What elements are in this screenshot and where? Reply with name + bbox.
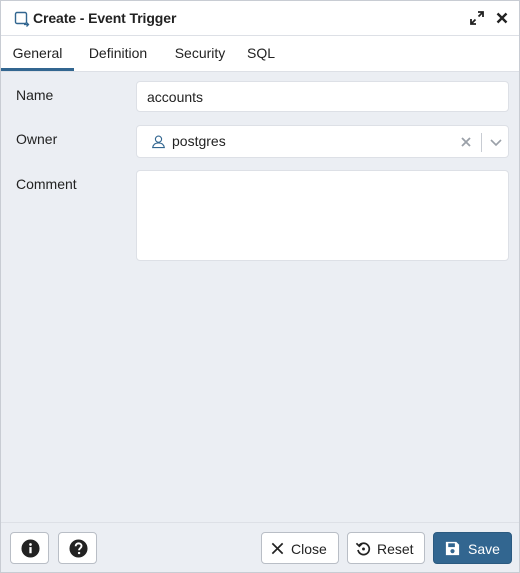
owner-label: Owner: [16, 131, 58, 147]
info-icon: [21, 539, 40, 558]
save-button-label: Save: [468, 541, 500, 557]
help-button[interactable]: [58, 532, 97, 564]
dialog-title: Create - Event Trigger: [33, 10, 177, 26]
select-divider: [481, 133, 482, 152]
close-button[interactable]: Close: [261, 532, 339, 564]
user-icon: [152, 135, 165, 149]
owner-select[interactable]: postgres: [136, 125, 509, 158]
dialog-titlebar[interactable]: Create - Event Trigger: [1, 1, 519, 36]
tab-security[interactable]: Security: [165, 36, 235, 71]
comment-label: Comment: [16, 176, 77, 192]
name-input[interactable]: [147, 88, 487, 106]
expand-icon[interactable]: [469, 10, 485, 26]
save-icon: [445, 541, 460, 556]
dialog-footer: Close Reset Save: [1, 522, 519, 572]
close-icon: [271, 542, 284, 555]
save-button[interactable]: Save: [433, 532, 512, 564]
tab-definition[interactable]: Definition: [77, 36, 159, 71]
info-button[interactable]: [10, 532, 49, 564]
reset-button[interactable]: Reset: [347, 532, 425, 564]
name-label: Name: [16, 87, 54, 103]
tab-general[interactable]: General: [1, 36, 74, 71]
help-icon: [69, 539, 88, 558]
create-event-trigger-dialog: Create - Event Trigger General Definitio…: [0, 0, 520, 573]
dialog-tabs: General Definition Security SQL: [1, 36, 519, 72]
chevron-down-icon[interactable]: [489, 135, 503, 149]
name-field-box: [136, 81, 509, 112]
comment-field-box: [136, 170, 509, 261]
comment-textarea[interactable]: [145, 177, 500, 253]
close-button-label: Close: [291, 541, 327, 557]
reset-button-label: Reset: [377, 541, 414, 557]
event-trigger-icon: [14, 11, 30, 27]
tab-sql[interactable]: SQL: [241, 36, 281, 71]
clear-icon[interactable]: [459, 135, 473, 149]
reset-icon: [355, 542, 371, 556]
owner-value: postgres: [172, 133, 226, 149]
close-icon[interactable]: [494, 10, 510, 26]
